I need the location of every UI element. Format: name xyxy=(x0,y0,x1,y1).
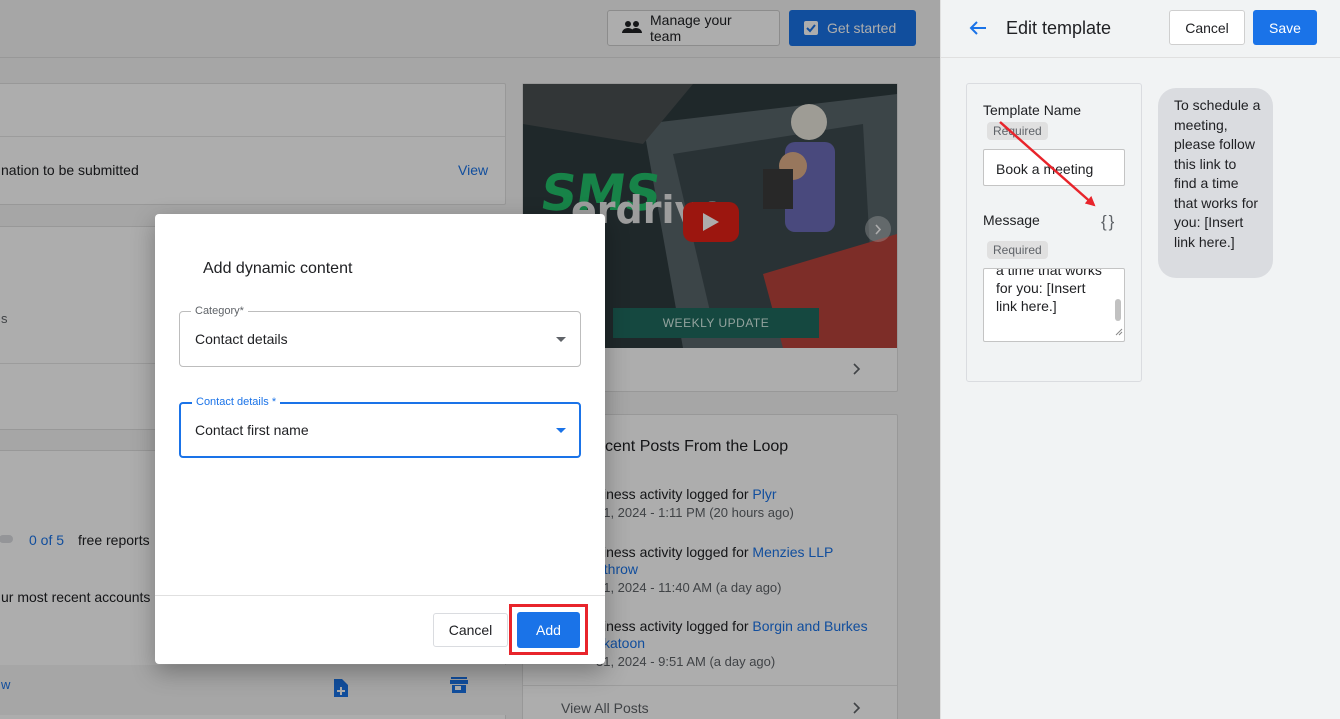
category-value: Contact details xyxy=(195,331,288,347)
template-name-label: Template Name xyxy=(983,102,1082,118)
panel-title: Edit template xyxy=(1006,18,1112,38)
contact-details-value: Contact first name xyxy=(195,422,309,438)
category-label: Category* xyxy=(191,305,248,317)
template-name-input[interactable]: Book a meeting xyxy=(983,149,1125,186)
panel-header: Edit template Cancel Save xyxy=(941,0,1340,58)
panel-save-button[interactable]: Save xyxy=(1253,10,1317,45)
dialog-cancel-button[interactable]: Cancel xyxy=(433,613,508,647)
dropdown-arrow-icon xyxy=(556,337,566,342)
add-dynamic-content-dialog: Add dynamic content Category* Contact de… xyxy=(155,214,605,664)
back-arrow-icon[interactable] xyxy=(969,20,987,39)
message-preview-bubble: To schedule a meeting, please follow thi… xyxy=(1158,88,1273,278)
contact-details-select[interactable]: Contact details * Contact first name xyxy=(179,396,581,458)
textarea-scrollbar[interactable] xyxy=(1115,299,1121,321)
panel-cancel-button[interactable]: Cancel xyxy=(1169,10,1245,45)
category-select[interactable]: Category* Contact details xyxy=(179,305,581,367)
dynamic-content-icon[interactable]: {} xyxy=(1101,212,1116,232)
dialog-footer-divider xyxy=(155,595,605,596)
contact-details-label: Contact details * xyxy=(192,396,281,408)
required-badge: Required xyxy=(987,241,1048,259)
message-text: a time that works for you: [Insert link … xyxy=(996,268,1102,314)
resize-handle-icon[interactable] xyxy=(1115,322,1123,340)
add-button-highlight xyxy=(509,604,588,655)
message-label: Message xyxy=(983,212,1040,228)
edit-template-panel: Edit template Cancel Save Template Name … xyxy=(940,0,1340,719)
template-form: Template Name Required Book a meeting Me… xyxy=(966,83,1142,382)
dialog-title: Add dynamic content xyxy=(203,260,353,277)
required-badge: Required xyxy=(987,122,1048,140)
dropdown-arrow-icon xyxy=(556,428,566,433)
message-textarea[interactable]: a time that works for you: [Insert link … xyxy=(983,268,1125,342)
